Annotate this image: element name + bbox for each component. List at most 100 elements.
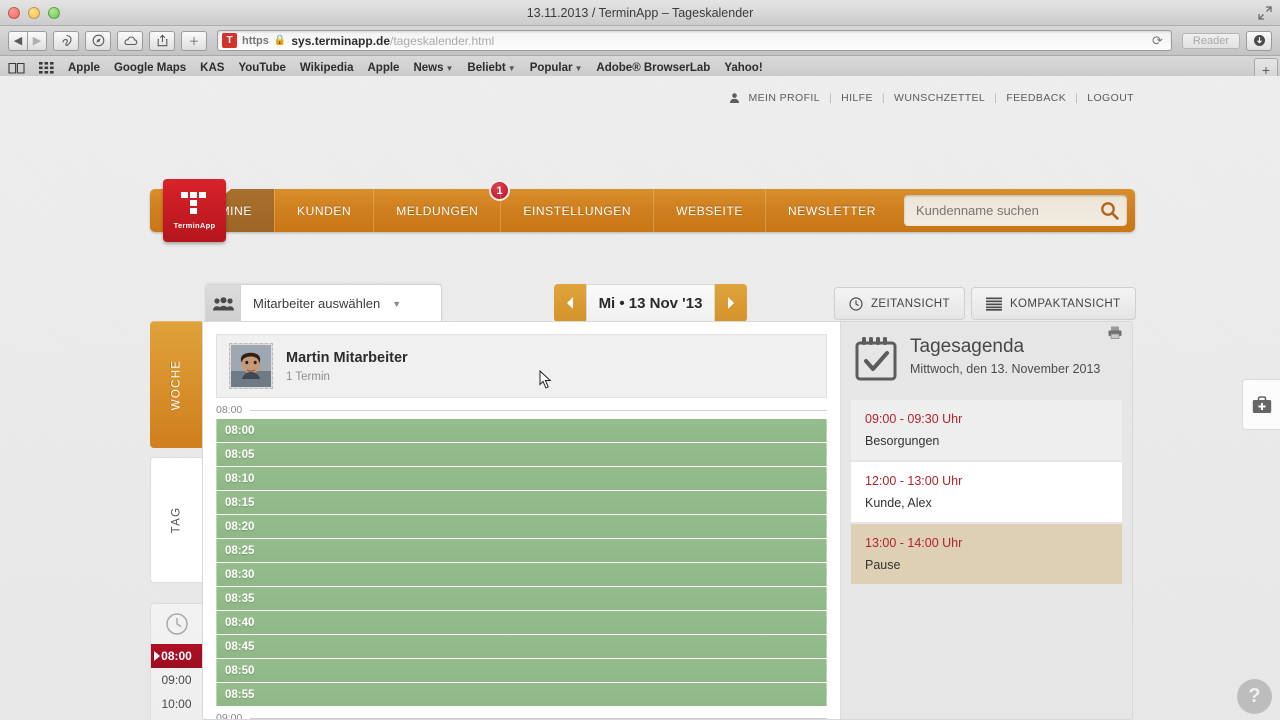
help-button[interactable]: ? — [1237, 679, 1272, 714]
rail-tab-woche[interactable]: WOCHE — [150, 321, 202, 448]
bookmark-folder[interactable]: Popular ▼ — [530, 62, 583, 74]
bookmark-item[interactable]: KAS — [200, 62, 224, 74]
hour-marker-0800: 08:00 — [216, 404, 827, 416]
toolbox-tab[interactable] — [1242, 379, 1280, 430]
chevron-down-icon: ▼ — [574, 63, 583, 73]
address-bar[interactable]: T https 🔒 sys.terminapp.de/tageskalender… — [217, 30, 1172, 51]
view-toggle-group: ZEITANSICHT KOMPAKTANSICHT — [834, 287, 1136, 320]
link-wunschzettel[interactable]: WUNSCHZETTEL — [894, 92, 985, 104]
free-slot[interactable]: 08:55 — [216, 683, 827, 706]
browser-window: 13.11.2013 / TerminApp – Tageskalender ◀… — [0, 0, 1280, 720]
calendar-day-column: Martin Mitarbeiter 1 Termin 08:00 08:00 … — [203, 322, 840, 719]
free-slot[interactable]: 08:30 — [216, 563, 827, 586]
agenda-title: Tagesagenda — [910, 336, 1025, 357]
employee-card[interactable]: Martin Mitarbeiter 1 Termin — [216, 334, 827, 398]
agenda-item-time: 12:00 - 13:00 Uhr — [865, 474, 963, 488]
downloads-icon[interactable] — [1246, 30, 1272, 51]
sidebar-book-icon[interactable] — [8, 62, 25, 74]
hour-item-0800[interactable]: 08:00 — [151, 644, 202, 668]
bookmark-item[interactable]: Google Maps — [114, 62, 186, 74]
free-slot[interactable]: 08:20 — [216, 515, 827, 538]
current-date-label[interactable]: Mi • 13 Nov '13 — [586, 284, 715, 329]
link-feedback[interactable]: FEEDBACK — [1006, 92, 1066, 104]
hour-jump-list: 08:00 09:00 10:00 11:00 12:00 13:00 — [150, 603, 202, 720]
free-slot[interactable]: 08:10 — [216, 467, 827, 490]
nav-item-einstellungen[interactable]: EINSTELLUNGEN — [500, 189, 653, 232]
hour-marker-label: 08:00 — [216, 404, 243, 416]
bookmark-folder[interactable]: Beliebt ▼ — [467, 62, 515, 74]
free-slot[interactable]: 08:50 — [216, 659, 827, 682]
bookmark-item[interactable]: Yahoo! — [724, 62, 762, 74]
share-icon[interactable] — [149, 30, 175, 51]
bookmark-item[interactable]: YouTube — [238, 62, 285, 74]
view-kompaktansicht-button[interactable]: KOMPAKTANSICHT — [970, 287, 1136, 320]
agenda-item[interactable]: 13:00 - 14:00 Uhr Pause — [851, 524, 1122, 584]
hour-item-1100[interactable]: 11:00 — [151, 716, 202, 720]
employee-appointment-count: 1 Termin — [286, 370, 330, 383]
bookmark-item[interactable]: Adobe® BrowserLab — [596, 62, 710, 74]
history-icon[interactable] — [53, 30, 79, 51]
site-favicon: T — [222, 33, 237, 48]
nav-item-meldungen[interactable]: MELDUNGEN 1 — [373, 180, 511, 232]
agenda-item-name: Besorgungen — [865, 434, 940, 448]
nav-buttons[interactable]: ◀ ▶ — [8, 30, 47, 51]
rail-woche-label: WOCHE — [170, 359, 182, 410]
url-host: sys.terminapp.de — [291, 33, 391, 48]
forward-button[interactable]: ▶ — [27, 30, 47, 51]
reload-icon[interactable]: ⟳ — [1152, 33, 1167, 49]
new-tab-button[interactable]: ＋ — [181, 30, 207, 51]
agenda-item-name: Kunde, Alex — [865, 496, 932, 510]
chevron-down-icon: ▼ — [392, 298, 402, 309]
bookmark-folder-label: Beliebt — [467, 61, 506, 74]
rail-tab-tag[interactable]: TAG — [150, 457, 202, 583]
agenda-item-name: Pause — [865, 558, 901, 572]
utility-links: MEIN PROFIL | HILFE | WUNSCHZETTEL | FEE… — [730, 92, 1134, 104]
customer-search-box[interactable] — [904, 195, 1127, 226]
nav-item-webseite[interactable]: WEBSEITE — [653, 189, 765, 232]
chevron-down-icon: ▼ — [445, 63, 454, 73]
agenda-item[interactable]: 12:00 - 13:00 Uhr Kunde, Alex — [851, 462, 1122, 522]
hour-item-1000[interactable]: 10:00 — [151, 692, 202, 716]
bookmark-item[interactable]: Apple — [368, 62, 400, 74]
app-logo[interactable]: TerminApp — [163, 179, 226, 242]
bookmark-item[interactable]: Wikipedia — [300, 62, 354, 74]
nav-item-newsletter[interactable]: NEWSLETTER — [764, 189, 898, 232]
bookmark-item[interactable]: Apple — [68, 62, 100, 74]
free-slot[interactable]: 08:45 — [216, 635, 827, 658]
free-slot[interactable]: 08:35 — [216, 587, 827, 610]
top-sites-icon[interactable] — [85, 30, 111, 51]
search-area — [898, 189, 1135, 232]
link-mein-profil[interactable]: MEIN PROFIL — [748, 92, 820, 104]
search-input[interactable] — [916, 203, 1100, 218]
link-hilfe[interactable]: HILFE — [841, 92, 873, 104]
previous-day-button[interactable] — [554, 284, 586, 322]
search-icon[interactable] — [1100, 201, 1119, 220]
reader-button[interactable]: Reader — [1181, 32, 1240, 49]
fullscreen-icon[interactable] — [1258, 6, 1272, 20]
url-text: sys.terminapp.de/tageskalender.html — [291, 34, 494, 48]
hour-marker-line — [250, 717, 827, 719]
agenda-item[interactable]: 09:00 - 09:30 Uhr Besorgungen — [851, 400, 1122, 460]
hour-item-0900[interactable]: 09:00 — [151, 668, 202, 692]
bookmark-folder[interactable]: News ▼ — [413, 62, 453, 74]
icloud-tabs-icon[interactable] — [117, 30, 143, 51]
agenda-header: Tagesagenda Mittwoch, den 13. November 2… — [851, 332, 1122, 400]
employee-select[interactable]: Mitarbeiter auswählen ▼ — [205, 284, 442, 322]
user-icon — [730, 93, 740, 103]
next-day-button[interactable] — [715, 284, 747, 322]
rail-tag-label: TAG — [170, 506, 183, 534]
url-path: /tageskalender.html — [390, 33, 495, 48]
view-zeitansicht-button[interactable]: ZEITANSICHT — [834, 287, 965, 320]
agenda-item-time: 09:00 - 09:30 Uhr — [865, 412, 963, 426]
link-logout[interactable]: LOGOUT — [1087, 92, 1134, 104]
free-slot[interactable]: 08:15 — [216, 491, 827, 514]
grid-icon[interactable] — [39, 61, 54, 74]
back-button[interactable]: ◀ — [8, 30, 28, 51]
calendar-toolbar: Mitarbeiter auswählen ▼ Mi • 13 Nov '13 … — [205, 284, 1136, 329]
free-slot[interactable]: 08:40 — [216, 611, 827, 634]
free-slot[interactable]: 08:05 — [216, 443, 827, 466]
free-slot[interactable]: 08:25 — [216, 539, 827, 562]
free-slot[interactable]: 08:00 — [216, 419, 827, 442]
nav-item-kunden[interactable]: KUNDEN — [273, 189, 373, 232]
printer-icon[interactable] — [1108, 326, 1122, 344]
